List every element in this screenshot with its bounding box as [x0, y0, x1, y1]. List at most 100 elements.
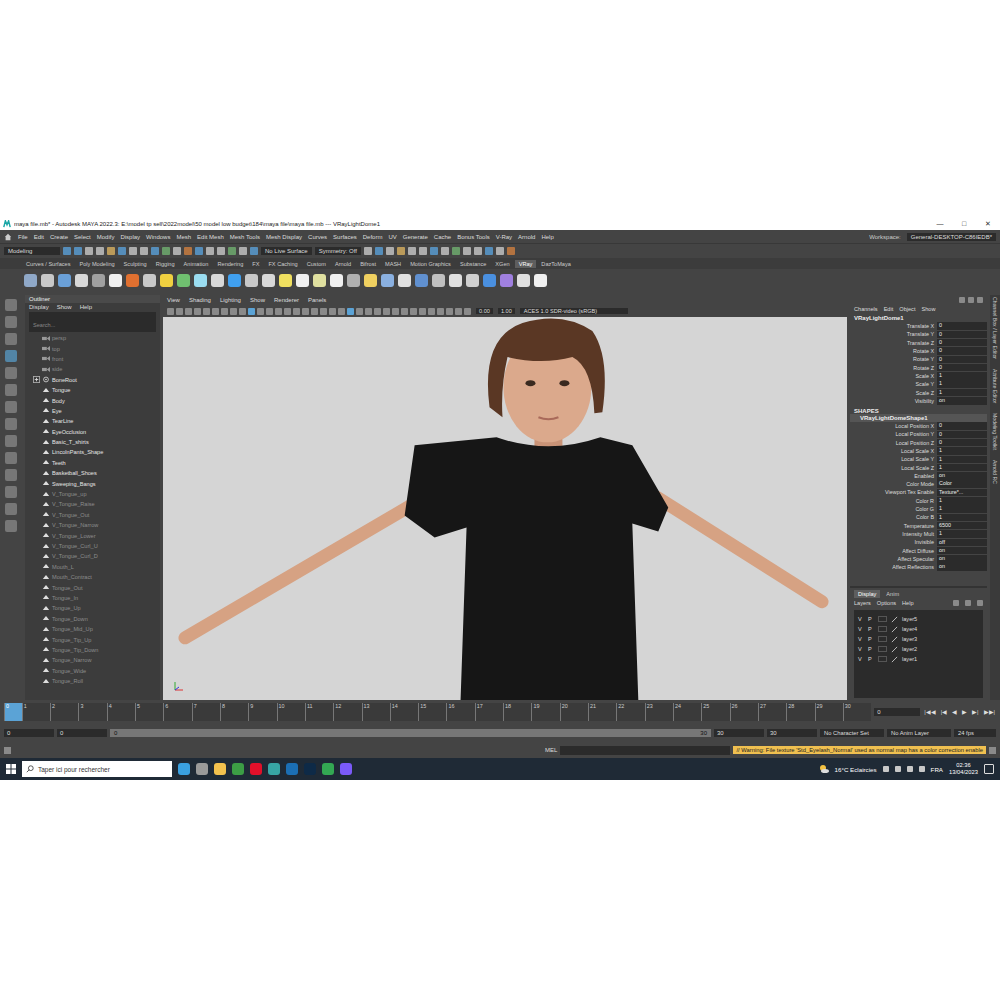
shelf-tool-icon[interactable] — [381, 274, 394, 287]
menu-item[interactable]: Deform — [363, 234, 383, 240]
shelf-tab[interactable]: FX Caching — [264, 260, 301, 268]
outliner-search[interactable]: Search... — [29, 312, 156, 332]
shelf-tool-icon[interactable] — [41, 274, 54, 287]
viewport-tool-icon[interactable] — [428, 308, 435, 315]
outliner-item[interactable]: V_Tongue_Narrow — [33, 520, 160, 530]
status-tool-icon[interactable] — [364, 247, 372, 255]
viewport-tool-icon[interactable] — [293, 308, 300, 315]
menu-item[interactable]: Arnold — [518, 234, 535, 240]
status-tool-icon[interactable] — [217, 247, 225, 255]
shelf-tab[interactable]: Motion Graphics — [406, 260, 455, 268]
viewport-tool-icon[interactable] — [437, 308, 444, 315]
menu-item[interactable]: Windows — [146, 234, 170, 240]
viewport-tool-icon[interactable] — [176, 308, 183, 315]
shelf-tool-icon[interactable] — [517, 274, 530, 287]
layer-visibility-toggle[interactable]: V — [858, 646, 864, 652]
viewport-tool-icon[interactable] — [302, 308, 309, 315]
tray-icon[interactable] — [907, 766, 913, 772]
channel-box-menu-item[interactable]: Object — [899, 306, 915, 312]
layer-playback-toggle[interactable]: P — [868, 656, 874, 662]
tray-icon[interactable] — [895, 766, 901, 772]
window-control-button[interactable]: — — [928, 220, 952, 228]
shelf-tab[interactable]: VRay — [515, 260, 537, 268]
outliner-item[interactable]: Basketball_Shoes — [33, 468, 160, 478]
status-tool-icon[interactable] — [397, 247, 405, 255]
viewport-tool-icon[interactable] — [419, 308, 426, 315]
layer-color-swatch[interactable] — [878, 616, 887, 622]
channel-value[interactable]: 0 — [937, 431, 987, 439]
live-surface-field[interactable]: No Live Surface — [261, 247, 312, 255]
status-tool-icon[interactable] — [85, 247, 93, 255]
layer-row[interactable]: V P layer3 — [854, 634, 983, 644]
outliner-item[interactable]: front — [33, 354, 160, 364]
channel-value[interactable]: on — [937, 472, 987, 480]
channel-row[interactable]: Translate X 0 — [850, 322, 987, 330]
shelf-tool-icon[interactable] — [347, 274, 360, 287]
shelf-tab[interactable]: FX — [248, 260, 263, 268]
menu-item[interactable]: Edit Mesh — [197, 234, 224, 240]
status-tool-icon[interactable] — [485, 247, 493, 255]
layer-tab[interactable]: Anim — [882, 590, 903, 598]
anim-layer-dropdown[interactable]: No Anim Layer — [887, 729, 951, 737]
expand-icon[interactable] — [33, 376, 40, 383]
channel-row[interactable]: Color Mode Color — [850, 480, 987, 488]
shelf-tool-icon[interactable] — [262, 274, 275, 287]
status-tool-icon[interactable] — [74, 247, 82, 255]
side-tab[interactable]: Channel Box / Layer Editor — [992, 297, 998, 359]
outliner-item[interactable]: V_Tongue_Curl_U — [33, 541, 160, 551]
status-tool-icon[interactable] — [140, 247, 148, 255]
shelf-tool-icon[interactable] — [330, 274, 343, 287]
channel-row[interactable]: Local Scale Y 1 — [850, 455, 987, 463]
tool-icon[interactable] — [5, 367, 17, 379]
command-input[interactable] — [560, 746, 730, 755]
layer-menu-item[interactable]: Help — [902, 600, 914, 606]
end-field[interactable]: 30 — [767, 729, 817, 737]
shelf-tool-icon[interactable] — [432, 274, 445, 287]
shelf-tab[interactable]: Sculpting — [120, 260, 151, 268]
menu-item[interactable]: Surfaces — [333, 234, 357, 240]
tray-icon[interactable] — [919, 766, 925, 772]
channel-value[interactable]: 0 — [937, 422, 987, 430]
status-tool-icon[interactable] — [386, 247, 394, 255]
viewport-tool-icon[interactable] — [410, 308, 417, 315]
menu-item[interactable]: Bonus Tools — [457, 234, 490, 240]
channel-row[interactable]: Scale X 1 — [850, 372, 987, 380]
tool-icon[interactable] — [5, 418, 17, 430]
tool-icon[interactable] — [5, 384, 17, 396]
color-space-dropdown[interactable]: ACES 1.0 SDR-video (sRGB) — [520, 308, 628, 314]
layer-playback-toggle[interactable]: P — [868, 646, 874, 652]
outliner-menu-item[interactable]: Help — [80, 304, 92, 310]
outliner-item[interactable]: Tongue_Tip_Down — [33, 645, 160, 655]
viewport-tool-icon[interactable] — [203, 308, 210, 315]
shelf-tab[interactable]: Rigging — [152, 260, 179, 268]
tool-icon[interactable] — [5, 435, 17, 447]
status-tool-icon[interactable] — [195, 247, 203, 255]
viewport-tool-icon[interactable] — [329, 308, 336, 315]
playback-end-field[interactable]: 30 — [714, 729, 764, 737]
channel-row[interactable]: Rotate X 0 — [850, 347, 987, 355]
viewport-tool-icon[interactable] — [446, 308, 453, 315]
status-tool-icon[interactable] — [375, 247, 383, 255]
fps-dropdown[interactable]: 24 fps — [954, 729, 996, 737]
layer-menu-item[interactable]: Options — [877, 600, 896, 606]
channel-row[interactable]: Scale Y 1 — [850, 380, 987, 388]
channel-row[interactable]: Rotate Y 0 — [850, 355, 987, 363]
start-field[interactable]: 0 — [4, 729, 54, 737]
taskbar-app-icon[interactable] — [232, 763, 244, 775]
channel-value[interactable]: 6500 — [937, 522, 987, 530]
channel-value[interactable]: on — [937, 547, 987, 555]
side-tab[interactable]: Arnold RC — [992, 460, 998, 484]
playback-button[interactable]: ▶| — [971, 709, 979, 715]
tool-icon[interactable] — [5, 520, 17, 532]
outliner-item[interactable]: Tongue_Mid_Up — [33, 624, 160, 634]
outliner-item[interactable]: Tongue_Narrow — [33, 655, 160, 665]
outliner-item[interactable]: V_Tongue_Lower — [33, 530, 160, 540]
viewport-tool-icon[interactable] — [266, 308, 273, 315]
channel-box-menu-item[interactable]: Channels — [854, 306, 878, 312]
channel-row[interactable]: Affect Reflections on — [850, 563, 987, 571]
status-tool-icon[interactable] — [419, 247, 427, 255]
outliner-item[interactable]: V_Tongue_Out — [33, 510, 160, 520]
viewport-tool-icon[interactable] — [455, 308, 462, 315]
viewport-tool-icon[interactable] — [185, 308, 192, 315]
shelf-tool-icon[interactable] — [449, 274, 462, 287]
